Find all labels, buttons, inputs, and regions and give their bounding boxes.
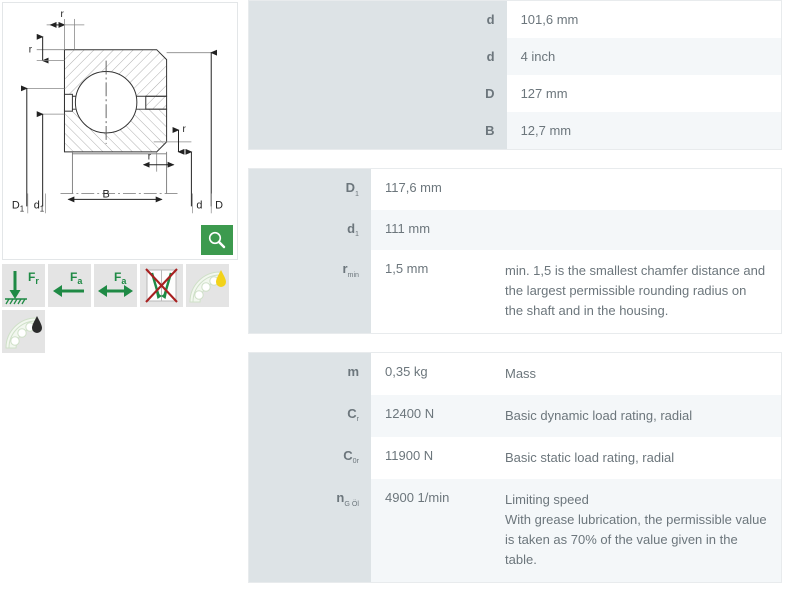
chamfer-label-top: r: [61, 9, 65, 20]
dimension-label-d: d: [196, 199, 202, 211]
table-row: rmin 1,5 mm min. 1,5 is the smallest chamf…: [248, 250, 782, 334]
dimension-label-B: B: [102, 188, 109, 200]
chamfer-label-left: r: [29, 45, 33, 56]
dimensions-table-body: d 101,6 mm d 4 inch D 127 mm B 12,7 mm: [248, 0, 782, 150]
description-line: Basic static load rating, radial: [505, 449, 675, 465]
row-symbol: D1: [248, 168, 371, 210]
row-description: Limiting speed With grease lubrication, t…: [501, 479, 782, 583]
row-symbol: d: [248, 0, 507, 38]
table-row: C0r 11900 N Basic static load rating, radi…: [248, 436, 782, 480]
dimension-label-D1: D1: [12, 199, 25, 213]
row-symbol: Cr: [248, 394, 371, 437]
bearing-property-icons: Fr Fa Fa: [2, 264, 240, 353]
row-symbol: rmin: [248, 250, 371, 334]
misalignment-not-permitted-icon[interactable]: [140, 264, 183, 307]
dimensions-table: d 101,6 mm d 4 inch D 127 mm B 12,7 mm: [248, 0, 782, 150]
row-value: 0,35 kg: [371, 352, 501, 395]
row-description: min. 1,5 is the smallest chamfer distanc…: [501, 250, 782, 334]
specification-tables: d 101,6 mm d 4 inch D 127 mm B 12,7 mm D1 117,6 …: [248, 0, 787, 601]
table-row: Cr 12400 N Basic dynamic load rating, radi…: [248, 394, 782, 437]
row-value: 12,7 mm: [506, 112, 782, 150]
description-line: With grease lubrication, the permissible…: [505, 512, 767, 568]
row-symbol-subscript: r: [356, 415, 359, 424]
row-symbol: nG Öl: [248, 479, 371, 583]
performance-table-body: m 0,35 kg Mass Cr 12400 N Basic dynamic load …: [248, 352, 782, 583]
row-value: 117,6 mm: [371, 168, 501, 210]
row-value: 127 mm: [506, 75, 782, 112]
table-row: d4 inch: [248, 38, 782, 75]
row-symbol: d: [248, 38, 507, 75]
description-line: Limiting speed: [505, 492, 589, 508]
row-description: Basic dynamic load rating, radial: [501, 394, 782, 437]
left-column: r r r r D1 d1 d D B Fr Fa Fa: [0, 0, 243, 603]
oil-lubrication-icon[interactable]: [2, 310, 45, 353]
radial-load-icon[interactable]: Fr: [2, 264, 45, 307]
description-line: Basic dynamic load rating, radial: [505, 407, 693, 423]
row-value: 1,5 mm: [371, 250, 501, 334]
bearing-drawing-panel[interactable]: r r r r D1 d1 d D B: [2, 2, 238, 260]
table-row: D 127 mm: [248, 75, 782, 112]
performance-table: m 0,35 kg Mass Cr 12400 N Basic dynamic load …: [248, 351, 782, 583]
chamfer-label-right: r: [182, 124, 186, 135]
dimension-label-D: D: [215, 199, 223, 211]
row-symbol: D: [248, 75, 507, 112]
row-symbol-subscript: 1: [355, 230, 359, 239]
row-symbol-subscript: 1: [355, 189, 359, 198]
row-value: 101,6 mm: [506, 0, 782, 38]
row-value: 4900 1/min: [371, 479, 501, 583]
svg-text:Fa: Fa: [114, 270, 127, 286]
magnifier-icon: [208, 231, 226, 249]
product-detail-page: r r r r D1 d1 d D B Fr Fa Fa d 101,6 mm …: [0, 0, 787, 603]
table-row: D1 117,6 mm: [248, 168, 782, 210]
description-line: min. 1,5 is the smallest chamfer distanc…: [505, 263, 766, 319]
row-symbol-subscript: min: [347, 270, 359, 279]
secondary-dimensions-table: D1 117,6 mm d1 111 mm rmin 1,5 mm min. 1,5 is …: [248, 168, 782, 334]
grease-lubrication-icon[interactable]: [186, 264, 229, 307]
row-symbol: d1: [248, 209, 371, 251]
secondary-dimensions-table-body: D1 117,6 mm d1 111 mm rmin 1,5 mm min. 1,5 is …: [248, 168, 782, 334]
svg-text:Fr: Fr: [28, 270, 39, 286]
row-description: [501, 209, 782, 251]
axial-load-both-directions-icon[interactable]: Fa: [94, 264, 137, 307]
table-row: nG Öl 4900 1/min Limiting speed With grease…: [248, 479, 782, 583]
description-line: Mass: [505, 365, 537, 381]
bearing-cross-section-drawing: r r r r D1 d1 d D B: [12, 9, 223, 213]
row-symbol-subscript: 0r: [352, 457, 359, 466]
row-description: Mass: [501, 352, 782, 395]
row-value: 11900 N: [371, 436, 501, 480]
row-symbol: m: [248, 352, 371, 395]
row-symbol: B: [248, 112, 507, 150]
zoom-drawing-button[interactable]: [201, 225, 233, 255]
row-value: 12400 N: [371, 394, 501, 437]
table-row: d1 111 mm: [248, 209, 782, 251]
table-row: m 0,35 kg Mass: [248, 352, 782, 395]
table-row: B 12,7 mm: [248, 112, 782, 150]
row-description: [501, 168, 782, 210]
axial-load-one-direction-icon[interactable]: Fa: [48, 264, 91, 307]
row-symbol-subscript: G Öl: [344, 499, 359, 508]
svg-text:Fa: Fa: [70, 270, 83, 286]
table-row: d 101,6 mm: [248, 0, 782, 38]
row-symbol: C0r: [248, 436, 371, 480]
row-value: 4 inch: [506, 38, 782, 75]
row-value: 111 mm: [371, 209, 501, 251]
row-description: Basic static load rating, radial: [501, 436, 782, 480]
